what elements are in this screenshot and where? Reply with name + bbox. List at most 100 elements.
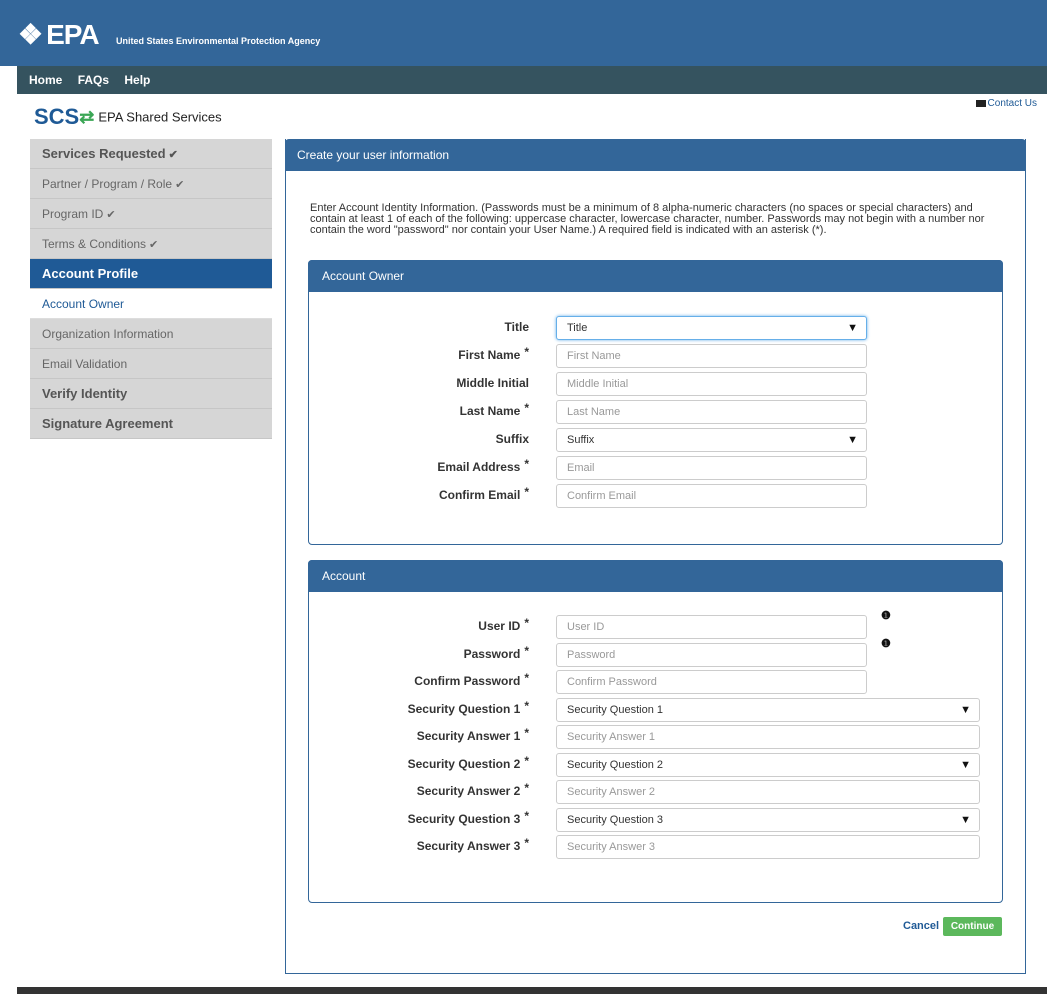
required-marker: *: [524, 698, 529, 713]
select-value: Security Question 1: [567, 703, 663, 716]
field-label: Title: [309, 320, 529, 334]
select-title[interactable]: Title ▼: [556, 316, 867, 340]
select-suffix[interactable]: Suffix ▼: [556, 428, 867, 452]
password-input[interactable]: [556, 642, 867, 667]
contact-us-link[interactable]: Contact Us: [975, 98, 1037, 109]
required-marker: *: [524, 485, 529, 499]
field-label-text: Security Answer 1: [416, 729, 521, 743]
required-marker: *: [524, 401, 529, 415]
select-security-question-3[interactable]: Security Question 3 ▼: [556, 807, 980, 832]
epa-logo[interactable]: ❖ EPA: [18, 18, 100, 51]
check-icon: ✔: [106, 209, 116, 221]
continue-button[interactable]: Continue: [943, 917, 1002, 936]
field-label: Suffix: [309, 432, 529, 446]
required-marker: *: [524, 808, 529, 823]
required-marker: *: [524, 781, 529, 795]
top-nav: Home FAQs Help: [17, 66, 1047, 94]
field-label: First Name *: [309, 345, 529, 362]
field-label: Security Question 3 *: [309, 808, 529, 826]
confirm-password-input[interactable]: [556, 670, 867, 694]
scs-arrows-icon: ⇄: [79, 106, 95, 127]
intro-text: Enter Account Identity Information. (Pas…: [310, 202, 985, 236]
sidebar-item[interactable]: Verify Identity: [30, 379, 272, 409]
required-marker: *: [524, 836, 529, 850]
field-label-text: Security Question 1: [407, 701, 521, 716]
field-label: Middle Initial: [309, 376, 529, 390]
field-label: Security Answer 1 *: [309, 726, 529, 743]
last-name-input[interactable]: [556, 400, 867, 424]
sidebar-item-label: Terms & Conditions: [42, 237, 147, 251]
caret-down-icon: ▼: [847, 434, 858, 446]
field-label: Security Question 1 *: [309, 698, 529, 716]
account-panel: Account User ID*❶Password*❶Confirm Passw…: [308, 560, 1003, 903]
required-marker: *: [524, 457, 529, 471]
user-id-input[interactable]: [556, 615, 867, 639]
field-label-text: First Name: [458, 348, 521, 362]
sidebar-item-label: Program ID: [42, 207, 104, 221]
check-icon: ✔: [168, 149, 178, 161]
sidebar-item-label: Services Requested: [42, 146, 166, 161]
confirm-email-input[interactable]: [556, 484, 867, 508]
select-value: Security Question 2: [567, 758, 663, 771]
field-label-text: Confirm Password: [414, 674, 521, 688]
contact-us-label: Contact Us: [987, 98, 1037, 109]
field-label-text: Email Address: [437, 460, 521, 474]
caret-down-icon: ▼: [960, 813, 971, 826]
sidebar-item[interactable]: Email Validation: [30, 349, 272, 379]
field-label: Security Answer 3 *: [309, 836, 529, 853]
security-answer-1-input[interactable]: [556, 725, 980, 749]
field-label: Email Address *: [309, 457, 529, 474]
account-heading: Account: [308, 560, 1003, 592]
agency-name: United States Environmental Protection A…: [116, 36, 321, 46]
sidebar-item[interactable]: Organization Information: [30, 319, 272, 349]
cancel-button[interactable]: Cancel: [903, 920, 939, 932]
sidebar-item[interactable]: Partner / Program / Role ✔: [30, 169, 272, 199]
field-label-text: Suffix: [495, 432, 529, 446]
info-icon[interactable]: ❶: [881, 609, 891, 622]
select-value: Title: [567, 322, 588, 334]
field-label-text: Middle Initial: [456, 376, 529, 390]
required-marker: *: [524, 345, 529, 359]
field-label: Security Question 2 *: [309, 753, 529, 771]
field-label-text: User ID: [478, 619, 521, 633]
caret-down-icon: ▼: [847, 322, 858, 334]
sidebar-item[interactable]: Services Requested ✔: [30, 139, 272, 169]
required-marker: *: [524, 643, 529, 658]
select-security-question-2[interactable]: Security Question 2 ▼: [556, 752, 980, 777]
security-answer-3-input[interactable]: [556, 835, 980, 859]
middle-initial-input[interactable]: [556, 372, 867, 396]
sidebar-item[interactable]: Program ID ✔: [30, 199, 272, 229]
select-security-question-1[interactable]: Security Question 1 ▼: [556, 697, 980, 722]
info-icon[interactable]: ❶: [881, 637, 891, 650]
brand: SCS⇄ EPA Shared Services: [34, 104, 222, 130]
field-label-text: Security Answer 3: [416, 839, 521, 853]
sidebar-item-label: Account Profile: [42, 266, 139, 281]
field-label-text: Security Question 3: [407, 811, 521, 826]
required-marker: *: [524, 753, 529, 768]
sidebar-item[interactable]: Account Profile: [30, 259, 272, 289]
account-owner-panel: Account Owner TitleTitle▼First Name*Midd…: [308, 260, 1003, 545]
sidebar-item[interactable]: Account Owner: [30, 289, 272, 319]
field-label: Confirm Email *: [309, 485, 529, 502]
nav-home[interactable]: Home: [29, 66, 62, 94]
sidebar-item[interactable]: Signature Agreement: [30, 409, 272, 439]
email-address-input[interactable]: [556, 456, 867, 480]
epa-flower-icon: ❖: [18, 19, 43, 50]
nav-faqs[interactable]: FAQs: [78, 66, 109, 94]
field-label-text: Last Name: [459, 404, 521, 418]
account-owner-heading: Account Owner: [308, 260, 1003, 292]
sidebar-item-label: Organization Information: [42, 327, 174, 341]
sidebar-item[interactable]: Terms & Conditions ✔: [30, 229, 272, 259]
select-value: Suffix: [567, 434, 595, 446]
nav-help[interactable]: Help: [124, 66, 150, 94]
check-icon: ✔: [149, 239, 159, 251]
required-marker: *: [524, 726, 529, 740]
sidebar: Services Requested ✔ Partner / Program / R…: [30, 139, 272, 439]
footer-bar: [17, 987, 1047, 994]
first-name-input[interactable]: [556, 344, 867, 368]
field-label: User ID *: [309, 616, 529, 633]
security-answer-2-input[interactable]: [556, 780, 980, 804]
site-header: ❖ EPA United States Environmental Protect…: [0, 0, 1047, 66]
field-label-text: Password: [463, 646, 521, 661]
field-label-text: Title: [504, 320, 529, 334]
